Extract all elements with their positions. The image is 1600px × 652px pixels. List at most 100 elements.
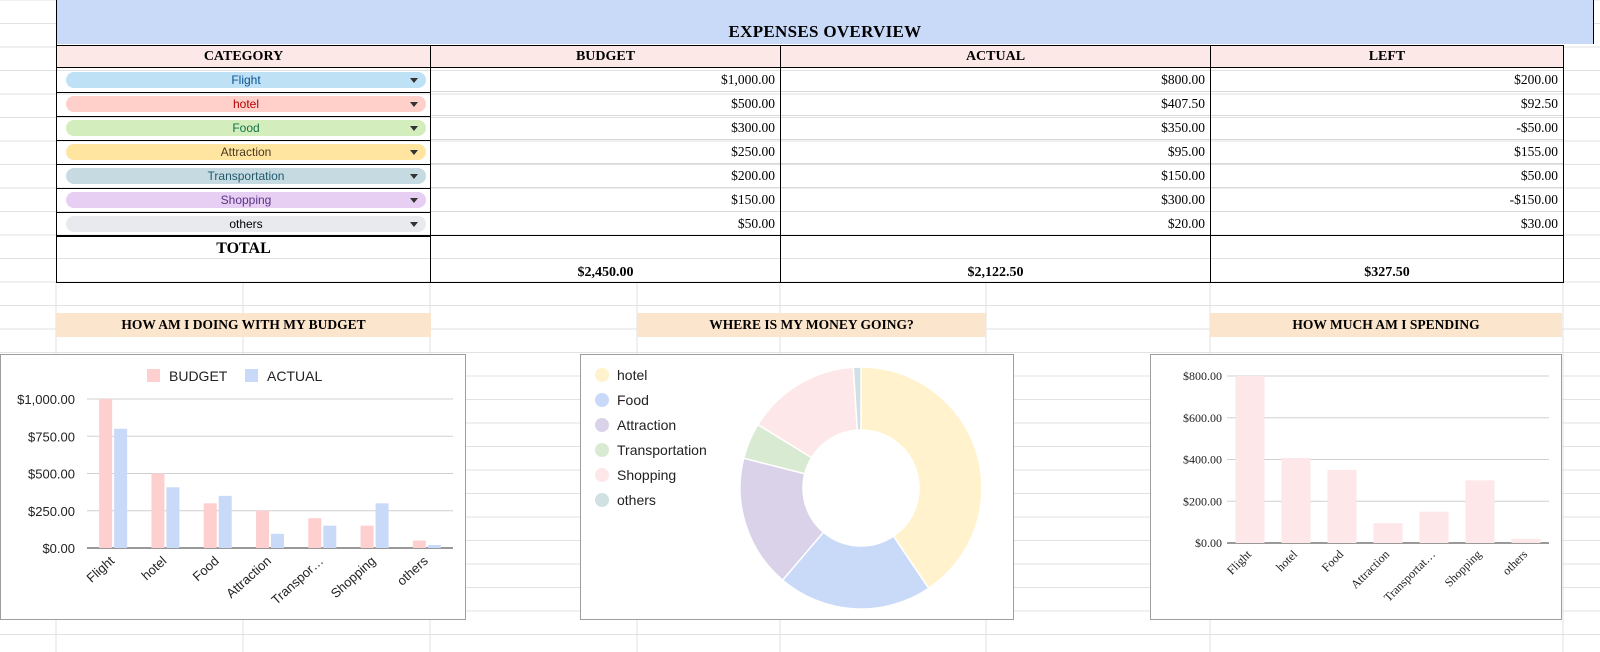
x-tick-label: Food	[1319, 547, 1346, 574]
cell-actual[interactable]: $95.00	[780, 140, 1211, 164]
dropdown-caret-icon[interactable]	[410, 78, 418, 83]
row-divider	[56, 164, 431, 165]
spending-bar	[1419, 511, 1449, 543]
category-chip-transportation[interactable]: Transportation	[66, 168, 426, 184]
legend-dot	[595, 418, 609, 432]
bar-actual	[218, 495, 232, 548]
budget-vs-actual-svg: $0.00 $250.00 $500.00 $750.00 $1,000.00 Fligh…	[17, 368, 453, 607]
y-tick-label: $800.00	[1183, 369, 1222, 383]
y-tick-label: $250.00	[28, 504, 75, 519]
section-budget-title: HOW AM I DOING WITH MY BUDGET	[56, 313, 431, 337]
x-tick-label: Attraction	[1348, 547, 1392, 591]
overview-title: EXPENSES OVERVIEW	[728, 22, 922, 41]
spending-svg: $0.00 $200.00 $400.00 $600.00 $800.00 Flight h…	[1183, 369, 1549, 604]
bar-actual	[166, 487, 180, 548]
cell-actual[interactable]: $800.00	[780, 68, 1211, 92]
legend-label: ACTUAL	[267, 368, 322, 384]
legend-label: BUDGET	[169, 368, 228, 384]
header-left[interactable]: LEFT	[1210, 45, 1564, 68]
category-chip-label: hotel	[232, 97, 260, 111]
spending-bar	[1373, 523, 1403, 543]
x-tick-label: Shopping	[1442, 547, 1484, 589]
dropdown-caret-icon[interactable]	[410, 222, 418, 227]
x-tick-label: Transpor…	[268, 553, 326, 607]
table-border	[780, 45, 781, 283]
legend-dot	[595, 468, 609, 482]
category-chip-attraction[interactable]: Attraction	[66, 144, 426, 160]
category-chip-food[interactable]: Food	[66, 120, 426, 136]
cell-budget[interactable]: $1,000.00	[430, 68, 781, 92]
cell-left[interactable]: -$50.00	[1210, 116, 1564, 140]
section-spending-title: HOW MUCH AM I SPENDING	[1210, 313, 1562, 337]
cell-budget[interactable]: $200.00	[430, 164, 781, 188]
spending-chart[interactable]: $0.00 $200.00 $400.00 $600.00 $800.00 Flight h…	[1150, 354, 1562, 620]
bar-budget	[360, 525, 374, 548]
bar-budget	[151, 473, 165, 548]
table-border	[1563, 45, 1564, 283]
cell-budget[interactable]: $300.00	[430, 116, 781, 140]
cell-left[interactable]: $200.00	[1210, 68, 1564, 92]
cell-left[interactable]: $50.00	[1210, 164, 1564, 188]
spending-bar	[1511, 538, 1541, 543]
bar-actual	[271, 533, 284, 548]
x-tick-label: hotel	[1273, 547, 1300, 574]
header-budget[interactable]: BUDGET	[430, 45, 781, 68]
total-left[interactable]: $327.50	[1210, 265, 1564, 281]
bar-actual	[375, 503, 389, 548]
money-going-chart[interactable]: hotel Food Attraction Transportation Shoppin…	[580, 354, 1014, 620]
total-budget[interactable]: $2,450.00	[430, 265, 781, 281]
bar-actual	[114, 428, 128, 548]
dropdown-caret-icon[interactable]	[410, 150, 418, 155]
money-going-svg: hotel Food Attraction Transportation Shoppin…	[595, 366, 983, 610]
spending-bar	[1327, 469, 1357, 543]
dropdown-caret-icon[interactable]	[410, 102, 418, 107]
category-chip-flight[interactable]: Flight	[66, 72, 426, 88]
bar-budget	[412, 540, 426, 548]
cell-budget[interactable]: $500.00	[430, 92, 781, 116]
legend-swatch	[245, 369, 258, 382]
cell-left[interactable]: -$150.00	[1210, 188, 1564, 212]
cell-budget[interactable]: $150.00	[430, 188, 781, 212]
cell-left[interactable]: $30.00	[1210, 212, 1564, 236]
cell-actual[interactable]: $350.00	[780, 116, 1211, 140]
cell-left[interactable]: $92.50	[1210, 92, 1564, 116]
legend-dot	[595, 493, 609, 507]
spending-bar	[1281, 457, 1311, 543]
bar-budget	[203, 503, 217, 548]
bar-budget	[256, 510, 269, 548]
cell-actual[interactable]: $150.00	[780, 164, 1211, 188]
bar-actual	[427, 545, 441, 548]
category-chip-label: Flight	[231, 73, 261, 87]
spending-bar	[1465, 480, 1495, 543]
cell-budget[interactable]: $250.00	[430, 140, 781, 164]
cell-left[interactable]: $155.00	[1210, 140, 1564, 164]
bar-budget	[308, 518, 322, 548]
row-divider	[56, 92, 431, 93]
section-money-title: WHERE IS MY MONEY GOING?	[637, 313, 986, 337]
header-category[interactable]: CATEGORY	[56, 45, 431, 68]
cell-budget[interactable]: $50.00	[430, 212, 781, 236]
header-actual[interactable]: ACTUAL	[780, 45, 1211, 68]
dropdown-caret-icon[interactable]	[410, 126, 418, 131]
spending-bar	[1235, 376, 1265, 543]
cell-actual[interactable]: $20.00	[780, 212, 1211, 236]
table-border	[56, 0, 57, 283]
table-border	[56, 235, 1564, 236]
x-tick-label: Attraction	[223, 553, 274, 601]
total-actual[interactable]: $2,122.50	[780, 265, 1211, 281]
category-chip-hotel[interactable]: hotel	[66, 96, 426, 112]
legend-label: Attraction	[617, 417, 676, 433]
cell-actual[interactable]: $300.00	[780, 188, 1211, 212]
row-divider	[56, 140, 431, 141]
category-chip-label: Shopping	[220, 193, 272, 207]
dropdown-caret-icon[interactable]	[410, 198, 418, 203]
category-chip-shopping[interactable]: Shopping	[66, 192, 426, 208]
category-chip-others[interactable]: others	[66, 216, 426, 232]
cell-actual[interactable]: $407.50	[780, 92, 1211, 116]
legend-dot	[595, 443, 609, 457]
dropdown-caret-icon[interactable]	[410, 174, 418, 179]
y-tick-label: $500.00	[28, 467, 75, 482]
budget-vs-actual-chart[interactable]: $0.00 $250.00 $500.00 $750.00 $1,000.00 Fligh…	[0, 354, 466, 620]
legend-label: Transportation	[617, 442, 707, 458]
category-chip-label: Food	[232, 121, 260, 135]
